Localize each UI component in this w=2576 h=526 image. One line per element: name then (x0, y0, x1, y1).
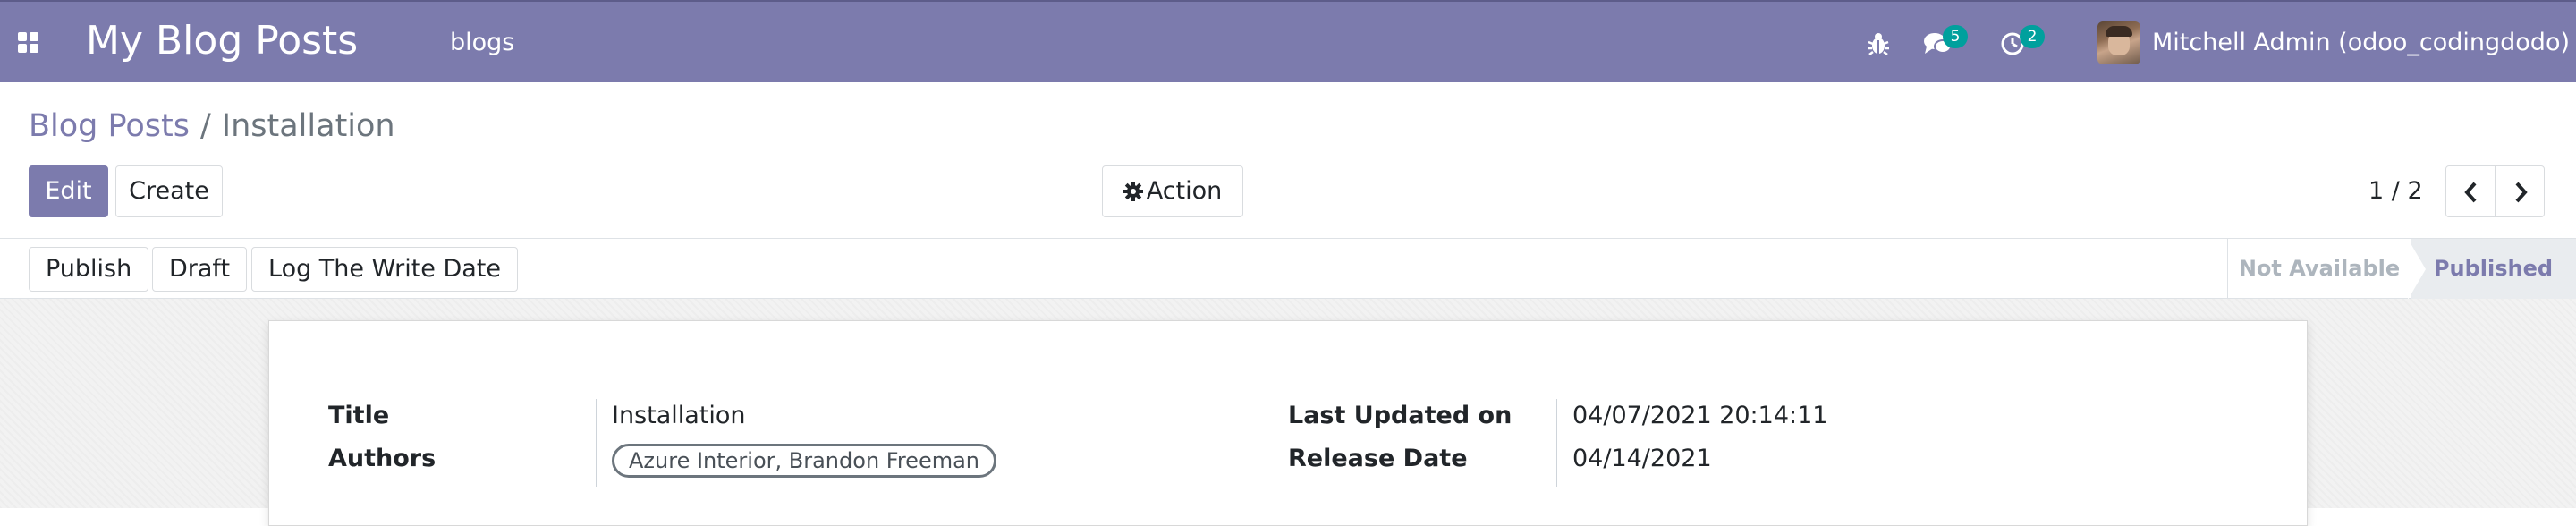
authors-label: Authors (328, 445, 436, 472)
apps-grid-icon[interactable] (18, 32, 39, 54)
last-updated-label: Last Updated on (1288, 402, 1513, 429)
avatar[interactable] (2097, 21, 2140, 64)
chevron-left-icon (2464, 182, 2477, 203)
activities-count-badge: 2 (2020, 25, 2045, 48)
breadcrumb-separator: / (199, 108, 211, 144)
activities-menu[interactable]: 2 (2000, 25, 2045, 59)
title-label: Title (328, 402, 390, 429)
publish-button[interactable]: Publish (29, 247, 149, 292)
field-divider-right (1556, 399, 1557, 487)
pager-value[interactable]: 1 / 2 (2368, 175, 2423, 208)
action-label: Action (1146, 177, 1223, 205)
breadcrumb: Blog Posts / Installation (29, 106, 395, 147)
release-date-field[interactable]: 04/14/2021 (1572, 443, 1712, 475)
stage-arrow-divider (2408, 239, 2426, 300)
stage-not-available[interactable]: Not Available (2227, 239, 2411, 299)
top-navbar: My Blog Posts blogs 5 2 Mitchell Admin (… (0, 0, 2576, 82)
user-menu[interactable]: Mitchell Admin (odoo_codingdodo) (2152, 27, 2570, 59)
edit-button[interactable]: Edit (29, 165, 108, 217)
bug-icon (1868, 33, 1889, 55)
pager-previous-button[interactable] (2445, 165, 2496, 217)
release-date-label: Release Date (1288, 445, 1468, 472)
action-button[interactable]: Action (1102, 165, 1243, 217)
gear-icon (1123, 182, 1143, 201)
create-button[interactable]: Create (115, 165, 223, 217)
draft-button[interactable]: Draft (152, 247, 248, 292)
log-write-date-button[interactable]: Log The Write Date (251, 247, 519, 292)
breadcrumb-blog-posts[interactable]: Blog Posts (29, 108, 190, 144)
messages-count-badge: 5 (1943, 25, 1968, 48)
debug-menu[interactable] (1867, 29, 1890, 59)
author-tag[interactable]: Azure Interior, Brandon Freeman (612, 444, 997, 478)
stage-published[interactable]: Published (2411, 239, 2576, 299)
app-title[interactable]: My Blog Posts (86, 16, 358, 66)
menu-item-blogs[interactable]: blogs (450, 27, 514, 59)
title-field[interactable]: Installation (612, 400, 746, 432)
form-statusbar: Publish Draft Log The Write Date Not Ava… (0, 238, 2576, 300)
pager-next-button[interactable] (2495, 165, 2545, 217)
field-divider-left (596, 399, 597, 487)
breadcrumb-current: Installation (221, 108, 395, 144)
messages-menu[interactable]: 5 (1923, 25, 1968, 59)
chevron-right-icon (2515, 182, 2528, 203)
last-updated-value: 04/07/2021 20:14:11 (1572, 402, 1828, 429)
